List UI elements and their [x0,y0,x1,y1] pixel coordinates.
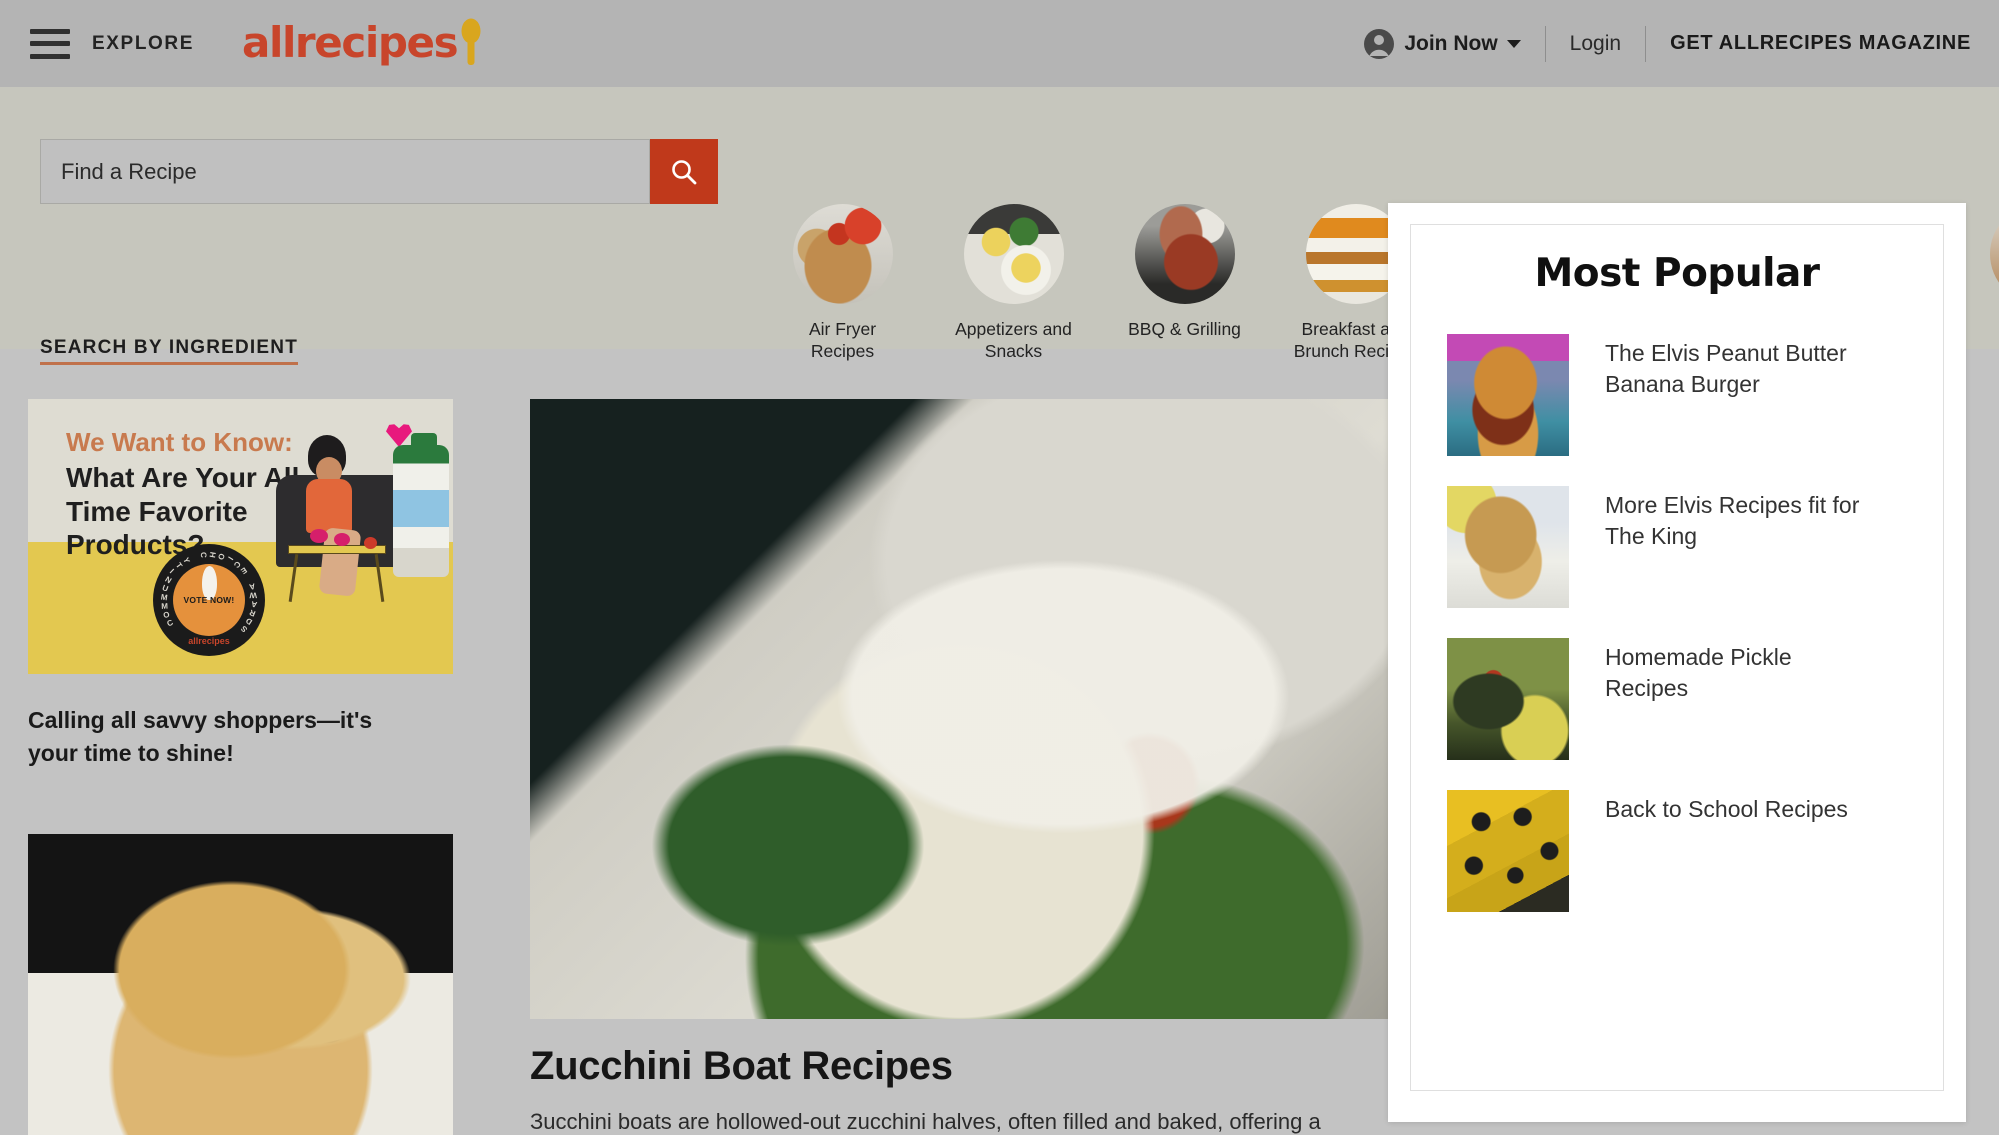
flower-two [334,533,350,546]
logo-text: allrecipes [242,17,459,67]
ad-headline-top: We Want to Know: [66,427,293,457]
list-item-label[interactable]: Back to School Recipes [1605,790,1873,825]
header-right-actions: Join Now Login GET ALLRECIPES MAGAZINE [1363,0,1971,87]
header-divider-1 [1544,25,1546,62]
category-thumb-bbq [1134,204,1235,304]
vote-now-text: VOTE NOW! [183,595,235,605]
site-header: EXPLORE allrecipes Join Now Login GET AL… [0,0,1999,87]
most-popular-title: Most Popular [1534,251,1820,296]
search-input[interactable] [40,139,650,204]
join-now-label: Join Now [1404,31,1498,55]
list-item[interactable]: More Elvis Recipes fit for The King [1411,486,1943,608]
list-item[interactable]: The Elvis Peanut Butter Banana Burger [1411,334,1943,456]
category-thumb-appetizers [963,204,1064,304]
get-magazine-link[interactable]: GET ALLRECIPES MAGAZINE [1670,32,1971,55]
chevron-down-icon [1506,39,1521,48]
join-now-button[interactable]: Join Now [1404,31,1521,56]
category-item-bbq[interactable]: BBQ & Grilling [1122,204,1247,363]
most-popular-card: Most Popular The Elvis Peanut Butter Ban… [1410,224,1944,1091]
list-item-thumb [1447,638,1569,760]
hero-image-zucchini-boats[interactable] [530,399,1390,1019]
flower-one [310,529,328,543]
magnifier-icon [672,159,697,184]
dressing-bottle [393,445,449,577]
list-item-thumb [1447,334,1569,456]
list-item-thumb [1447,486,1569,608]
badge-brand-text: allrecipes [188,636,230,646]
header-divider-2 [1645,25,1647,62]
spoon-icon [461,18,481,65]
hamburger-menu-icon[interactable] [30,28,70,59]
list-item-label[interactable]: Homemade Pickle Recipes [1605,638,1873,704]
search-submit-button[interactable] [650,139,718,204]
page-root: EXPLORE allrecipes Join Now Login GET AL… [0,0,1999,1135]
category-label: BBQ & Grilling [1128,319,1241,339]
promo-ad-caption[interactable]: Calling all savvy shoppers—it's your tim… [28,704,423,771]
hero-title[interactable]: Zucchini Boat Recipes [530,1044,953,1089]
heart-icon [386,424,412,447]
most-popular-list: The Elvis Peanut Butter Banana Burger Mo… [1411,334,1943,912]
category-thumb-air-fryer [792,204,893,304]
apple-shape [364,537,377,549]
search-form [40,139,718,204]
list-item[interactable]: Homemade Pickle Recipes [1411,638,1943,760]
person-body [306,479,352,533]
category-thumb-8 [1989,204,1999,304]
category-item-air-fryer[interactable]: Air Fryer Recipes [780,204,905,363]
list-item-label[interactable]: More Elvis Recipes fit for The King [1605,486,1873,552]
login-link[interactable]: Login [1570,32,1621,56]
allrecipes-logo[interactable]: allrecipes [242,17,484,67]
promo-ad-card[interactable]: We Want to Know: What Are Your All-Time … [28,399,453,674]
list-item-label[interactable]: The Elvis Peanut Butter Banana Burger [1605,334,1873,400]
ad-illustration [268,417,453,647]
account-circle-icon[interactable] [1363,28,1395,60]
bottle-cap [411,433,437,451]
most-popular-popup: Most Popular The Elvis Peanut Butter Ban… [1388,203,1966,1122]
list-item[interactable]: Back to School Recipes [1411,790,1943,912]
hero-description: Зucchini boats are hollowed-out zucchini… [530,1109,1321,1134]
explore-label[interactable]: EXPLORE [92,33,194,55]
list-item-thumb [1447,790,1569,912]
category-item-8[interactable] [1977,204,1999,363]
community-choice-awards-badge: COMMUNITY CHOICE AWARDS VOTE NOW! allrec… [153,544,265,656]
category-item-appetizers[interactable]: Appetizers and Snacks [951,204,1076,363]
dessert-recipe-image[interactable] [28,834,453,1135]
